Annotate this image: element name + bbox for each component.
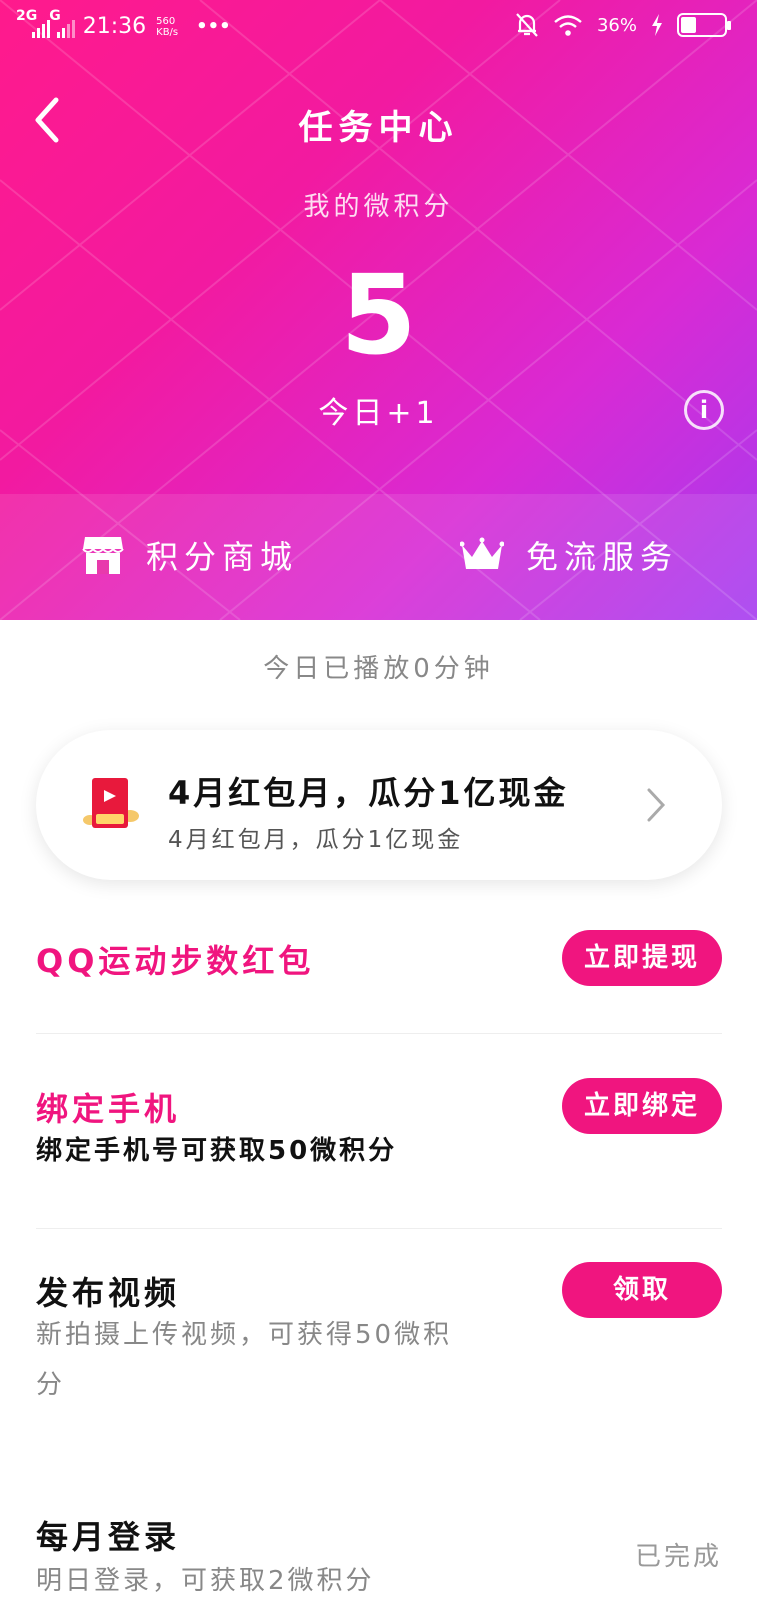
wifi-icon <box>554 15 582 36</box>
play-time-today: 今日已播放0分钟 <box>263 654 494 684</box>
battery-percent: 36% <box>596 14 637 36</box>
claim-button[interactable]: 领取 <box>562 1262 722 1318</box>
banner-title: 4月红包月，瓜分1亿现金 <box>168 774 569 812</box>
free-data-label: 免流服务 <box>526 538 679 576</box>
task-description: 绑定手机号可获取50微积分 <box>36 1136 398 1166</box>
crown-icon <box>460 537 504 569</box>
task-title: 发布视频 <box>36 1274 181 1312</box>
task-center-page: 2G G 21:36 560 KB/s ••• 36% 任务中心 我的微积分 5… <box>0 0 757 1600</box>
completed-status: 已完成 <box>634 1542 722 1572</box>
banner-subtitle: 4月红包月，瓜分1亿现金 <box>168 827 464 853</box>
charging-icon <box>652 14 662 36</box>
task-title: QQ运动步数红包 <box>36 942 315 980</box>
today-points: 今日+1 <box>318 396 439 431</box>
divider <box>36 1033 722 1034</box>
mute-bell-icon <box>516 13 538 37</box>
task-monthly-login: 每月登录 明日登录，可获取2微积分 已完成 <box>36 1506 722 1600</box>
network-type-2: G <box>49 7 61 24</box>
points-label: 我的微积分 <box>303 192 454 222</box>
network-type-1: 2G <box>16 7 38 24</box>
red-packet-banner[interactable]: 4月红包月，瓜分1亿现金 4月红包月，瓜分1亿现金 <box>36 730 722 880</box>
bind-now-button[interactable]: 立即绑定 <box>562 1078 722 1134</box>
network-speed: 560 KB/s <box>156 15 179 38</box>
more-notifications: ••• <box>196 16 231 37</box>
free-data-entry[interactable]: 免流服务 <box>460 520 678 590</box>
points-mall-label: 积分商城 <box>146 538 299 576</box>
task-description: 明日登录，可获取2微积分 <box>36 1566 375 1596</box>
task-title: 绑定手机 <box>36 1090 181 1128</box>
points-mall-entry[interactable]: 积分商城 <box>82 520 298 590</box>
task-publish-video: 发布视频 新拍摄上传视频，可获得50微积分 领取 <box>36 1260 722 1440</box>
task-qq-steps: QQ运动步数红包 立即提现 <box>36 930 722 1030</box>
battery-level <box>681 17 697 33</box>
page-title: 任务中心 <box>298 108 459 148</box>
clock: 21:36 <box>82 14 147 39</box>
battery-icon <box>677 13 731 37</box>
task-title: 每月登录 <box>36 1518 181 1556</box>
task-bind-phone: 绑定手机 绑定手机号可获取50微积分 立即绑定 <box>36 1076 722 1206</box>
info-icon[interactable]: i <box>684 390 724 430</box>
chevron-right-icon <box>647 788 666 822</box>
points-value: 5 <box>340 251 417 379</box>
red-packet-icon <box>83 778 139 828</box>
divider <box>36 1228 722 1229</box>
status-bar: 2G G 21:36 560 KB/s ••• 36% <box>0 0 757 56</box>
withdraw-now-button[interactable]: 立即提现 <box>562 930 722 986</box>
shop-icon <box>82 537 124 574</box>
task-description: 新拍摄上传视频，可获得50微积分 <box>36 1320 453 1400</box>
